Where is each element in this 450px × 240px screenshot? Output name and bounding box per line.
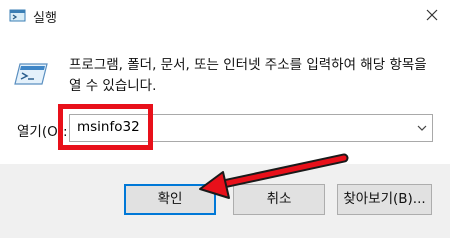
annotation-arrow — [199, 153, 349, 199]
run-dialog: 실행 프로그램, 폴더, 문서, 또는 인터넷 주소를 입력하여 해당 항목을 … — [0, 0, 450, 238]
